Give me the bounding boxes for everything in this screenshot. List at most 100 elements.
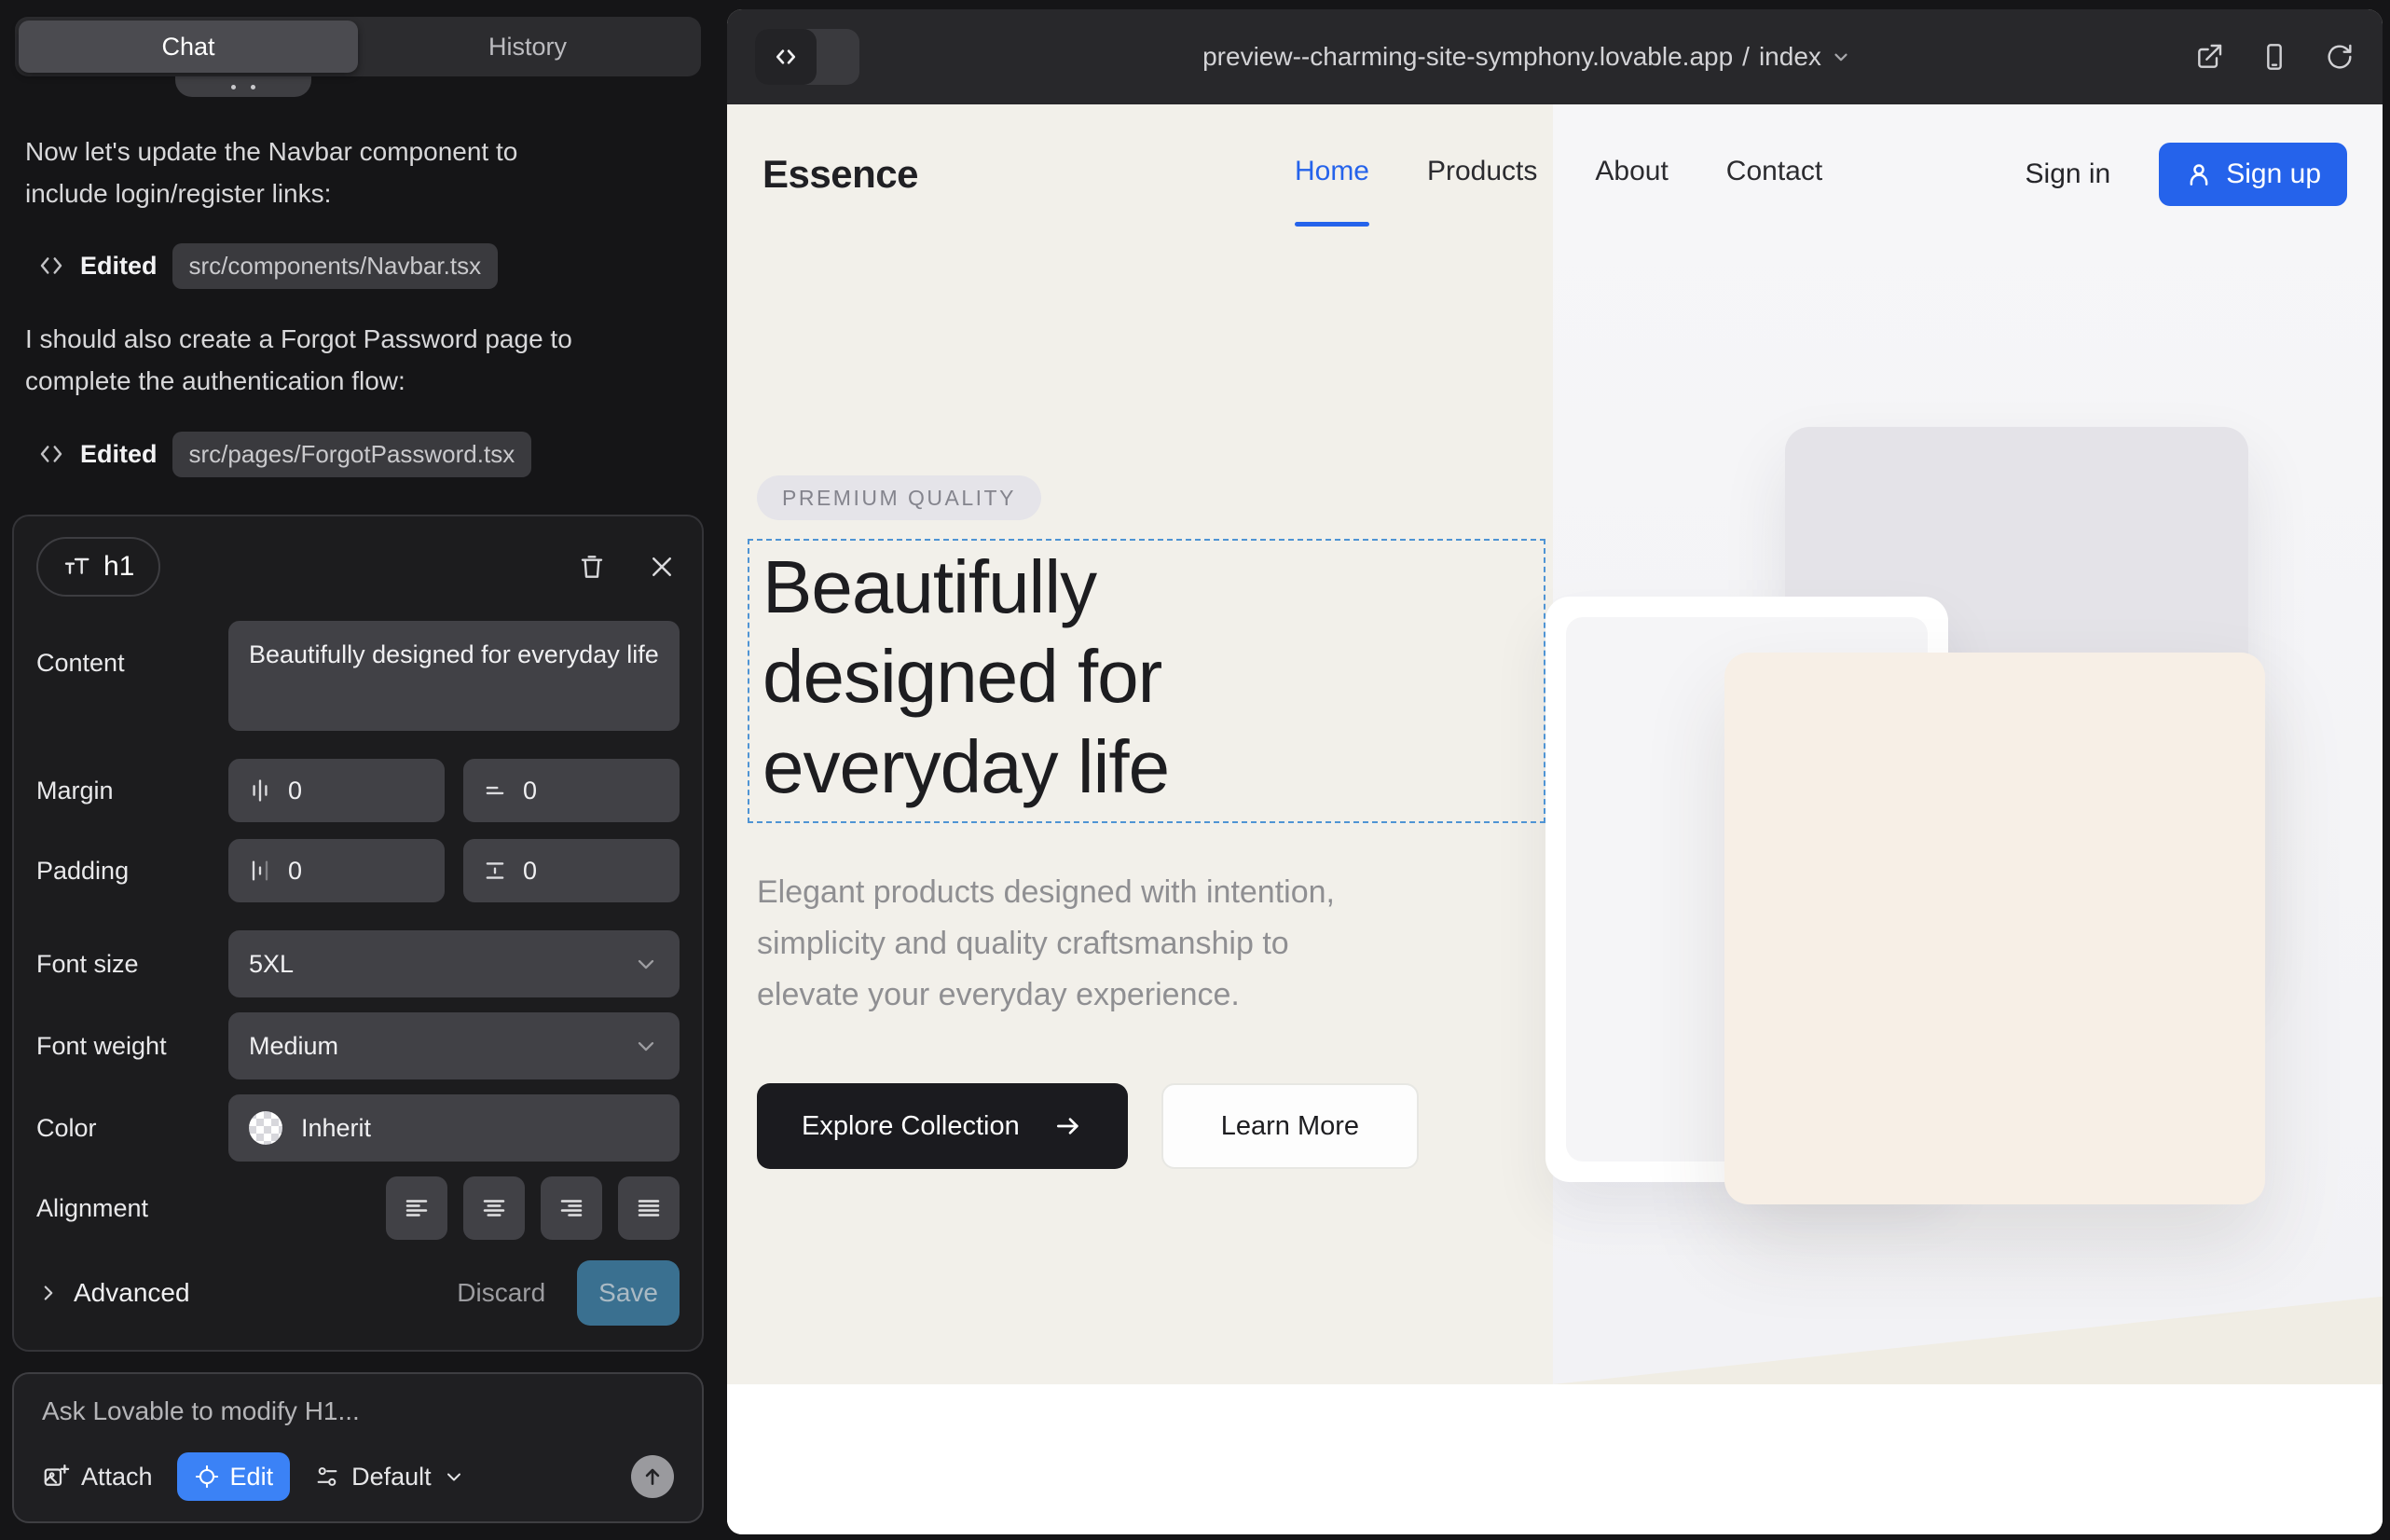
font-weight-label: Font weight bbox=[36, 1032, 228, 1061]
chevron-down-icon bbox=[1831, 47, 1851, 67]
mode-select[interactable]: Default bbox=[314, 1463, 465, 1492]
h1-selection-outline[interactable]: Beautifully designed for everyday life bbox=[748, 539, 1545, 823]
font-size-row: Font size 5XL bbox=[36, 930, 680, 997]
align-center-button[interactable] bbox=[463, 1176, 525, 1240]
color-row: Color Inherit bbox=[36, 1094, 680, 1162]
tab-chat[interactable]: Chat bbox=[19, 21, 358, 73]
align-right-button[interactable] bbox=[541, 1176, 602, 1240]
refresh-button[interactable] bbox=[2325, 42, 2355, 72]
tab-history[interactable]: History bbox=[358, 21, 697, 73]
hero-heading[interactable]: Beautifully designed for everyday life bbox=[762, 543, 1322, 812]
site-canvas: Essence Home Products About Contact Sign… bbox=[727, 104, 2383, 1534]
site-logo[interactable]: Essence bbox=[762, 152, 918, 197]
heading-line: Beautifully bbox=[762, 543, 1322, 632]
attach-button[interactable]: Attach bbox=[42, 1463, 153, 1492]
font-size-select[interactable]: 5XL bbox=[228, 930, 680, 997]
padding-row: Padding 0 0 bbox=[36, 839, 680, 902]
arrow-right-icon bbox=[1053, 1111, 1083, 1141]
edited-file-row[interactable]: Edited src/components/Navbar.tsx bbox=[37, 241, 498, 291]
padding-label: Padding bbox=[36, 857, 228, 886]
save-button[interactable]: Save bbox=[577, 1260, 680, 1326]
assistant-message: Now let's update the Navbar component to… bbox=[25, 131, 696, 215]
content-row: Content Beautifully designed for everyda… bbox=[36, 621, 680, 731]
nav-link-about[interactable]: About bbox=[1595, 156, 1668, 193]
padding-horizontal-icon bbox=[247, 858, 273, 884]
attach-image-icon bbox=[42, 1463, 70, 1491]
selected-element-pill[interactable]: h1 bbox=[36, 537, 160, 597]
mobile-view-button[interactable] bbox=[2260, 42, 2289, 72]
font-weight-select[interactable]: Medium bbox=[228, 1012, 680, 1079]
padding-vertical-icon bbox=[482, 858, 508, 884]
mode-value: Default bbox=[351, 1463, 432, 1492]
message-line: I should also create a Forgot Password p… bbox=[25, 318, 696, 360]
editor-header: h1 bbox=[36, 537, 680, 597]
sign-in-link[interactable]: Sign in bbox=[2026, 158, 2111, 190]
advanced-toggle[interactable]: Advanced bbox=[36, 1278, 190, 1308]
margin-y-value: 0 bbox=[523, 777, 537, 805]
message-line: complete the authentication flow: bbox=[25, 360, 696, 402]
font-weight-row: Font weight Medium bbox=[36, 1012, 680, 1079]
preview-toolbar: preview--charming-site-symphony.lovable.… bbox=[727, 9, 2383, 104]
nav-link-products[interactable]: Products bbox=[1427, 156, 1537, 193]
url-bar[interactable]: preview--charming-site-symphony.lovable.… bbox=[859, 42, 2194, 72]
chevron-right-icon bbox=[36, 1281, 61, 1305]
element-tag: h1 bbox=[103, 551, 134, 583]
edited-label: Edited bbox=[80, 440, 158, 469]
code-preview-toggle[interactable] bbox=[755, 29, 859, 85]
edited-label: Edited bbox=[80, 252, 158, 281]
alignment-label: Alignment bbox=[36, 1194, 228, 1223]
discard-button[interactable]: Discard bbox=[457, 1278, 545, 1308]
editor-footer: Advanced Discard Save bbox=[36, 1260, 680, 1326]
paragraph-line: Elegant products designed with intention… bbox=[757, 867, 1521, 918]
prompt-input[interactable] bbox=[42, 1396, 674, 1426]
nav-link-home[interactable]: Home bbox=[1295, 156, 1369, 193]
file-path-pill[interactable]: src/components/Navbar.tsx bbox=[172, 243, 499, 289]
message-line: Now let's update the Navbar component to bbox=[25, 131, 696, 172]
margin-y-input[interactable]: 0 bbox=[463, 759, 680, 822]
content-input[interactable]: Beautifully designed for everyday life bbox=[228, 621, 680, 731]
heading-line: designed for bbox=[762, 632, 1322, 722]
margin-vertical-icon bbox=[482, 777, 508, 804]
learn-more-button[interactable]: Learn More bbox=[1161, 1083, 1419, 1169]
hero-paragraph: Elegant products designed with intention… bbox=[757, 867, 1521, 1021]
align-left-button[interactable] bbox=[386, 1176, 447, 1240]
color-select[interactable]: Inherit bbox=[228, 1094, 680, 1162]
message-line: include login/register links: bbox=[25, 172, 696, 214]
preview-url: preview--charming-site-symphony.lovable.… bbox=[1202, 42, 1733, 72]
edited-file-row[interactable]: Edited src/pages/ForgotPassword.tsx bbox=[37, 429, 531, 479]
chat-history-tabs: Chat History bbox=[15, 17, 701, 76]
code-icon bbox=[37, 440, 65, 468]
decorative-card-beige bbox=[1724, 653, 2265, 1204]
align-justify-button[interactable] bbox=[618, 1176, 680, 1240]
padding-x-value: 0 bbox=[288, 857, 302, 886]
explore-collection-button[interactable]: Explore Collection bbox=[757, 1083, 1128, 1169]
send-button[interactable] bbox=[631, 1455, 674, 1498]
sliders-icon bbox=[314, 1464, 340, 1490]
site-navbar: Essence Home Products About Contact Sign… bbox=[727, 104, 2383, 244]
file-path-pill[interactable]: src/pages/ForgotPassword.tsx bbox=[172, 432, 532, 477]
content-label: Content bbox=[36, 621, 228, 678]
sign-up-button[interactable]: Sign up bbox=[2159, 143, 2347, 206]
padding-x-input[interactable]: 0 bbox=[228, 839, 445, 902]
close-panel-button[interactable] bbox=[644, 549, 680, 584]
edit-mode-button[interactable]: Edit bbox=[177, 1452, 291, 1501]
font-size-value: 5XL bbox=[249, 950, 633, 979]
chevron-down-icon bbox=[443, 1465, 465, 1488]
next-section-background bbox=[727, 1384, 2383, 1534]
type-icon bbox=[62, 552, 92, 582]
preview-page: index bbox=[1759, 42, 1821, 72]
padding-y-input[interactable]: 0 bbox=[463, 839, 680, 902]
paragraph-line: elevate your everyday experience. bbox=[757, 969, 1521, 1021]
element-editor-panel: h1 Content Beautifully designed for ever… bbox=[12, 515, 704, 1352]
open-in-new-tab-button[interactable] bbox=[2194, 42, 2224, 72]
url-separator: / bbox=[1742, 42, 1750, 72]
chevron-down-icon bbox=[633, 951, 659, 977]
color-label: Color bbox=[36, 1114, 228, 1143]
margin-x-input[interactable]: 0 bbox=[228, 759, 445, 822]
delete-element-button[interactable] bbox=[573, 548, 611, 585]
nav-link-contact[interactable]: Contact bbox=[1726, 156, 1822, 193]
explore-collection-label: Explore Collection bbox=[802, 1111, 1020, 1142]
preview-window: preview--charming-site-symphony.lovable.… bbox=[727, 9, 2383, 1534]
padding-y-value: 0 bbox=[523, 857, 537, 886]
margin-x-value: 0 bbox=[288, 777, 302, 805]
